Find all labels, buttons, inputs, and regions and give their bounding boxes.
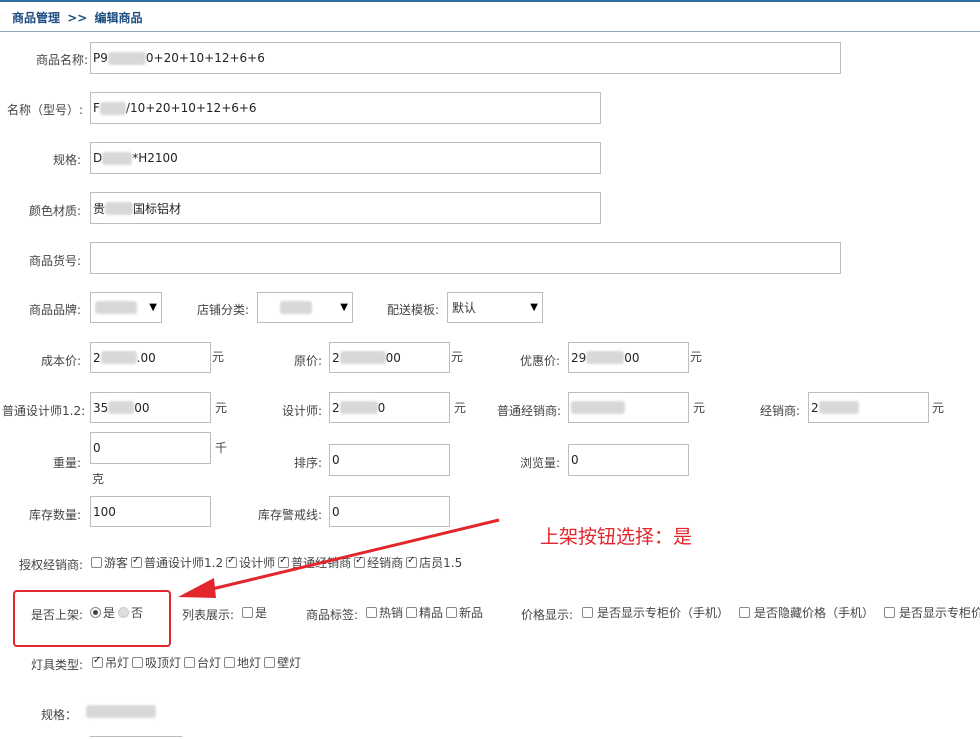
- arrow-head: [178, 578, 216, 598]
- annotation-arrow: [178, 518, 500, 598]
- arrow-shaft: [211, 518, 500, 591]
